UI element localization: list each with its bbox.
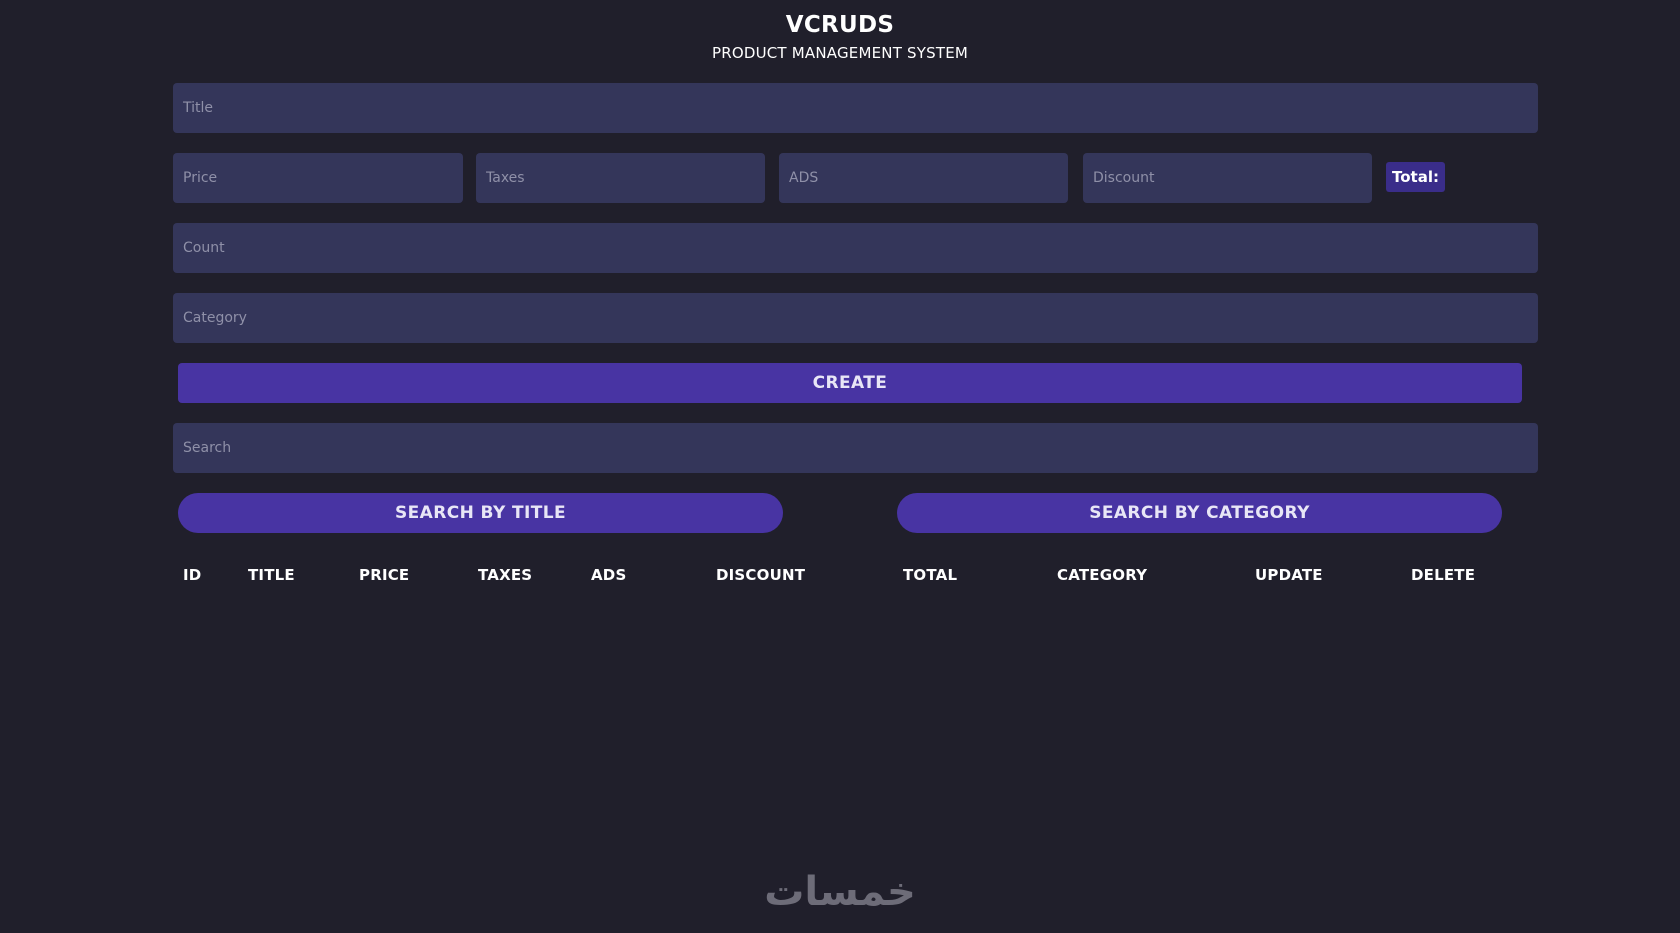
column-header-total: TOTAL [903, 566, 958, 584]
column-header-category: CATEGORY [1057, 566, 1148, 584]
search-by-category-button[interactable]: SEARCH BY CATEGORY [897, 493, 1502, 533]
title-input[interactable] [173, 83, 1538, 133]
search-by-title-button[interactable]: SEARCH BY TITLE [178, 493, 783, 533]
column-header-delete: DELETE [1411, 566, 1476, 584]
khamsat-watermark-logo: خمسات [738, 868, 942, 916]
products-table-header: ID TITLE PRICE TAXES ADS DISCOUNT TOTAL … [0, 566, 1680, 588]
column-header-update: UPDATE [1255, 566, 1323, 584]
watermark-text: خمسات [764, 869, 916, 915]
search-input[interactable] [173, 423, 1538, 473]
column-header-ads: ADS [591, 566, 627, 584]
discount-input[interactable] [1083, 153, 1372, 203]
column-header-id: ID [183, 566, 202, 584]
column-header-taxes: TAXES [478, 566, 533, 584]
column-header-title: TITLE [248, 566, 295, 584]
taxes-input[interactable] [476, 153, 765, 203]
app-title: VCRUDS [785, 12, 895, 38]
column-header-price: PRICE [359, 566, 410, 584]
category-input[interactable] [173, 293, 1538, 343]
page: VCRUDS PRODUCT MANAGEMENT SYSTEM Total: … [0, 0, 1680, 933]
price-input[interactable] [173, 153, 463, 203]
total-badge: Total: [1386, 162, 1445, 192]
app-subtitle: PRODUCT MANAGEMENT SYSTEM [711, 44, 969, 62]
total-label: Total: [1392, 168, 1439, 186]
column-header-discount: DISCOUNT [716, 566, 806, 584]
ads-input[interactable] [779, 153, 1068, 203]
count-input[interactable] [173, 223, 1538, 273]
create-button[interactable]: CREATE [178, 363, 1522, 403]
